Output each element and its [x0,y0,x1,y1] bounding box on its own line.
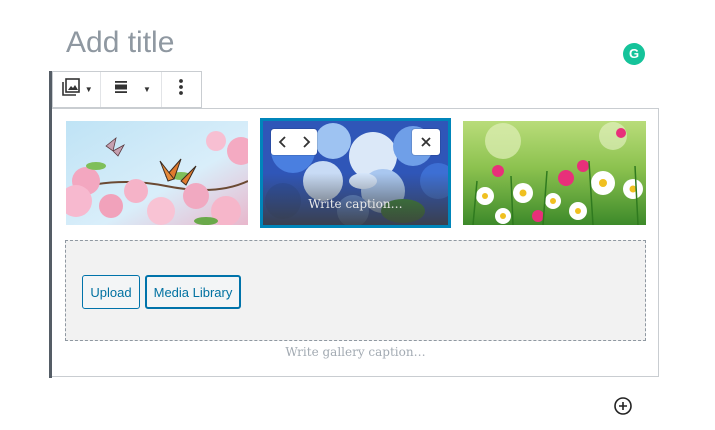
close-icon [421,137,431,147]
more-options-button[interactable] [162,72,201,107]
post-title-input[interactable]: Add title [66,25,174,61]
image-caption-input[interactable]: Write caption… [263,197,448,211]
plus-circle-icon [614,397,632,415]
upload-button[interactable]: Upload [82,275,140,309]
chevron-down-icon: ▼ [84,85,93,94]
add-block-button[interactable] [613,396,633,416]
gallery-image[interactable] [66,121,248,225]
chevron-down-icon: ▼ [142,85,151,94]
move-left-button[interactable] [276,135,290,149]
change-alignment-button[interactable]: ▼ [101,72,162,107]
chevron-right-icon [302,136,310,148]
change-block-type-button[interactable]: ▼ [53,72,102,107]
more-vertical-icon [171,77,191,102]
chevron-left-icon [278,136,286,148]
block-toolbar: ▼ ▼ [52,71,202,108]
image-move-controls [271,129,317,155]
remove-image-button[interactable] [412,129,440,155]
gallery-icon [61,77,81,102]
block-selected-indicator [49,71,52,378]
move-right-button[interactable] [299,135,313,149]
gallery-image[interactable] [463,121,646,225]
grammarly-icon[interactable]: G [623,43,645,65]
gallery-caption-input[interactable]: Write gallery caption… [65,345,646,359]
media-library-button[interactable]: Media Library [145,275,241,309]
align-center-icon [111,77,131,102]
gallery-image-selected[interactable]: Write caption… [260,118,451,228]
